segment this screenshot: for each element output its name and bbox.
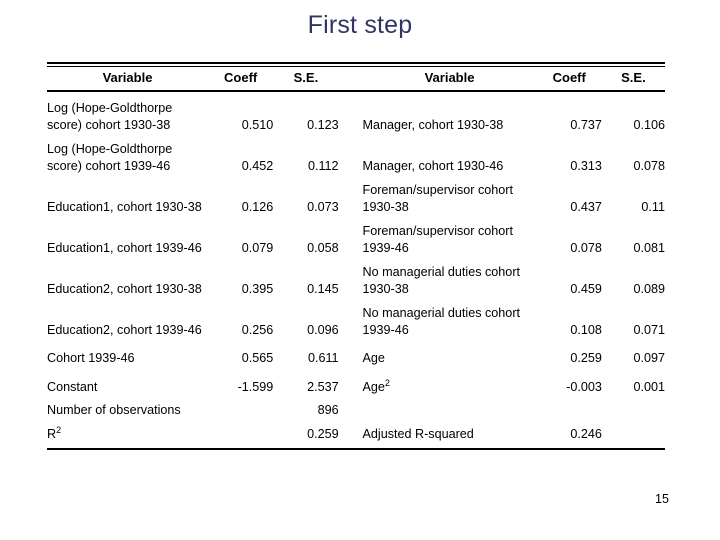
cell-coeff-left: 0.565	[241, 351, 274, 365]
cell-variable-right	[363, 395, 537, 419]
cell-coeff-left: 0.079	[241, 240, 274, 255]
cell-se-left: 2.537	[307, 379, 339, 394]
table-row: Education2, cohort 1939-46 0.256 0.096 N…	[47, 297, 665, 338]
column-header-coeff-left: Coeff	[224, 70, 258, 85]
cell-variable-left: Education1, cohort 1939-46	[47, 240, 202, 255]
cell-value-left-wide: 896	[317, 403, 339, 417]
cell-empty	[602, 395, 665, 419]
regression-results-table: Variable Coeff S.E. Variable Coeff S.E. …	[47, 62, 665, 450]
cell-variable-right: Foreman/supervisor cohort 1930-38	[362, 183, 514, 214]
cell-se-left: 0.611	[307, 351, 339, 365]
cell-variable-left: Education1, cohort 1930-38	[47, 199, 202, 214]
column-header-variable-left: Variable	[102, 70, 153, 85]
cell-coeff-left: 0.256	[241, 322, 274, 337]
table-row: Cohort 1939-46 0.565 0.611 Age 0.259 0.0…	[47, 338, 665, 367]
cell-variable-left: Log (Hope-Goldthorpe score) cohort 1930-…	[47, 101, 173, 132]
cell-value-left	[208, 419, 273, 443]
column-header-se-right: S.E.	[621, 70, 646, 85]
cell-se-left: 0.096	[307, 322, 339, 337]
cell-spacer	[339, 297, 363, 338]
cell-variable-right-text: Age	[362, 379, 385, 394]
cell-coeff-left: 0.510	[241, 117, 274, 132]
cell-value-right	[537, 395, 602, 419]
cell-se-right: 0.106	[633, 117, 665, 132]
cell-se-right: 0.071	[633, 322, 665, 337]
column-spacer	[339, 67, 363, 90]
cell-coeff-right: -0.003	[566, 379, 602, 394]
cell-se-right: 0.078	[633, 158, 665, 173]
cell-coeff-left: -1.599	[237, 379, 274, 394]
cell-variable-left: Log (Hope-Goldthorpe score) cohort 1939-…	[47, 142, 173, 173]
table-header-row: Variable Coeff S.E. Variable Coeff S.E.	[47, 67, 665, 90]
cell-se-right: 0.089	[633, 281, 665, 296]
cell-variable-right: Adjusted R-squared	[362, 426, 474, 441]
cell-variable-left: Education2, cohort 1930-38	[47, 281, 202, 296]
cell-se-left: 0.058	[307, 240, 339, 255]
cell-spacer	[339, 215, 363, 256]
cell-spacer	[339, 395, 363, 419]
column-header-coeff-right: Coeff	[552, 70, 586, 85]
cell-value-left-wide: 0.259	[307, 426, 339, 441]
column-header-variable-right: Variable	[424, 70, 475, 85]
cell-variable-right: Manager, cohort 1930-38	[362, 117, 504, 132]
cell-spacer	[339, 92, 363, 133]
superscript: 2	[56, 424, 62, 435]
table-row-summary: Number of observations 896	[47, 395, 665, 419]
table-row: Log (Hope-Goldthorpe score) cohort 1930-…	[47, 92, 665, 133]
cell-coeff-right: 0.108	[570, 322, 602, 337]
cell-se-right: 0.081	[633, 240, 665, 255]
cell-spacer	[339, 256, 363, 297]
table: Variable Coeff S.E. Variable Coeff S.E.	[47, 67, 665, 90]
column-header-se-left: S.E.	[293, 70, 319, 85]
table-bottom-rule	[47, 448, 665, 450]
cell-variable-left: R2	[47, 419, 208, 443]
cell-variable-right: Age	[362, 351, 385, 365]
cell-spacer	[339, 174, 363, 215]
cell-coeff-right: 0.437	[570, 199, 602, 214]
cell-coeff-left: 0.126	[241, 199, 274, 214]
cell-coeff-right: 0.737	[570, 117, 602, 132]
cell-variable-left: Number of observations	[47, 403, 181, 417]
cell-variable-right: No managerial duties cohort 1930-38	[362, 265, 521, 296]
cell-variable-right: Age2	[363, 367, 537, 396]
cell-se-right: 0.001	[633, 379, 665, 394]
cell-value-left	[208, 395, 273, 419]
cell-coeff-left: 0.452	[241, 158, 274, 173]
cell-variable-left: Cohort 1939-46	[47, 351, 135, 365]
cell-variable-left: Constant	[47, 379, 98, 394]
table-row: Log (Hope-Goldthorpe score) cohort 1939-…	[47, 133, 665, 174]
cell-variable-right: Manager, cohort 1930-46	[362, 158, 504, 173]
cell-variable-left-text: R	[47, 426, 57, 441]
cell-spacer	[339, 367, 363, 396]
cell-variable-left: Education2, cohort 1939-46	[47, 322, 202, 337]
cell-coeff-left: 0.395	[241, 281, 274, 296]
cell-coeff-right: 0.459	[570, 281, 602, 296]
page-title: First step	[307, 11, 413, 39]
table-row: Education1, cohort 1930-38 0.126 0.073 F…	[47, 174, 665, 215]
table-row: Constant -1.599 2.537 Age2 -0.003 0.001	[47, 367, 665, 396]
cell-variable-right: Foreman/supervisor cohort 1939-46	[362, 224, 514, 255]
cell-spacer	[339, 419, 363, 443]
cell-variable-right: No managerial duties cohort 1939-46	[362, 306, 521, 337]
cell-se-left: 0.123	[307, 117, 339, 132]
cell-coeff-right: 0.259	[570, 351, 602, 365]
table-row: Education1, cohort 1939-46 0.079 0.058 F…	[47, 215, 665, 256]
cell-empty	[602, 419, 665, 443]
cell-value-right: 0.246	[570, 426, 602, 441]
cell-coeff-right: 0.078	[570, 240, 602, 255]
cell-spacer	[339, 133, 363, 174]
cell-se-left: 0.145	[307, 281, 339, 296]
table-body: Log (Hope-Goldthorpe score) cohort 1930-…	[47, 92, 665, 442]
cell-se-right: 0.097	[633, 351, 665, 365]
slide-number: 15	[655, 492, 669, 506]
superscript: 2	[384, 377, 390, 388]
table-row: Education2, cohort 1930-38 0.395 0.145 N…	[47, 256, 665, 297]
cell-se-right: 0.11	[641, 199, 665, 214]
table-row-summary: R2 0.259 Adjusted R-squared 0.246	[47, 419, 665, 443]
cell-coeff-right: 0.313	[570, 158, 602, 173]
cell-spacer	[339, 338, 363, 367]
cell-se-left: 0.112	[307, 158, 339, 173]
cell-se-left: 0.073	[307, 199, 339, 214]
